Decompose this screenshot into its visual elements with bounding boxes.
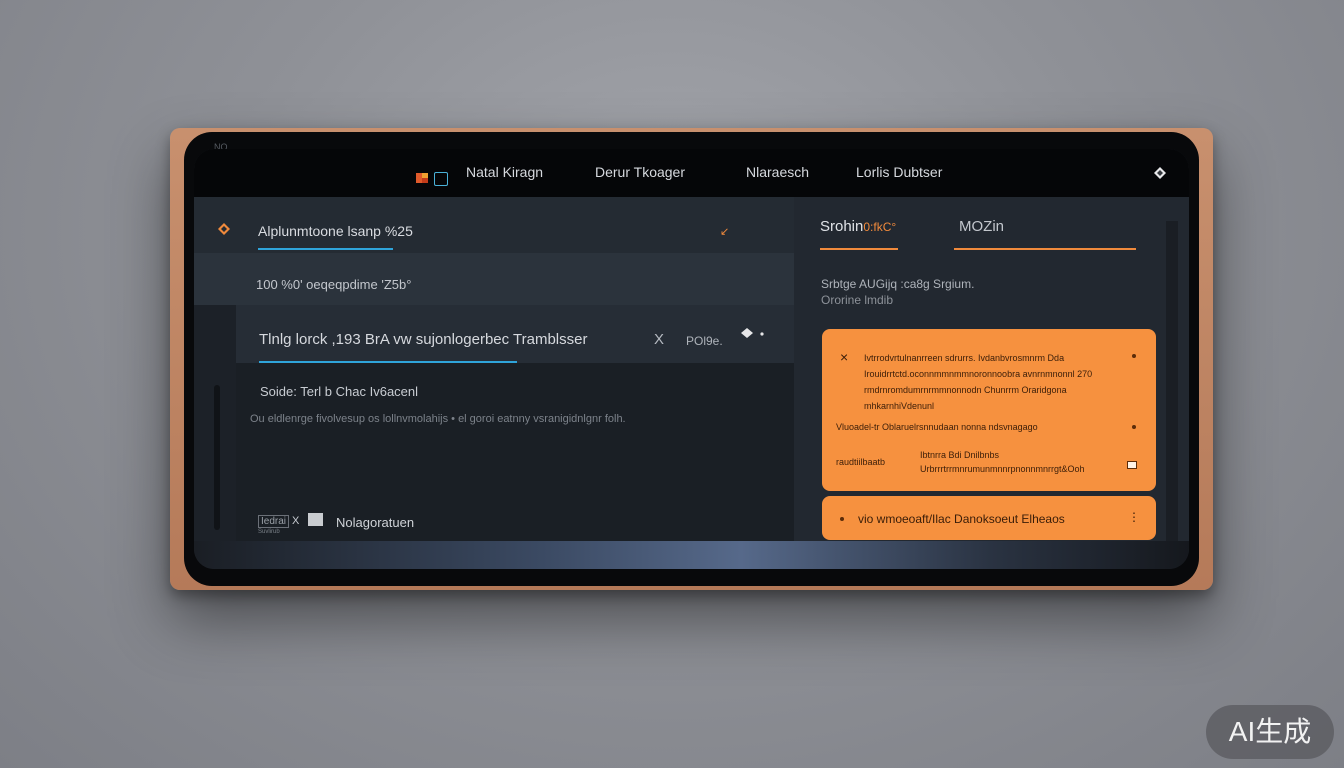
footer-label: Nolagoratuen (336, 515, 415, 530)
summary-line-2: Ororine lmdib (821, 293, 894, 307)
text-input[interactable]: Tlnlg lorck ,193 BrA vw sujonlogerbec Tr… (259, 331, 587, 348)
card-line-3: rmdrnromdumrnrmmnonnodn Chunrrm Oraridgo… (864, 385, 1067, 395)
screen-reflection (194, 541, 1189, 569)
nav-item-1[interactable]: Natal Kiragn (466, 164, 543, 180)
card2-text: vio wmoeoaft/Ilac Danoksoeut Elheaos (858, 512, 1065, 526)
header-title: Alplunmtoone lsanp %25 (258, 223, 413, 239)
arrow-icon[interactable]: ↙ (720, 225, 729, 238)
clear-input-button[interactable]: X (654, 331, 664, 348)
tab-1[interactable]: Srohin0:fkC° (820, 218, 896, 235)
diamond-menu-icon[interactable] (1153, 166, 1167, 180)
card-line-6: raudtiilbaatb (836, 457, 886, 467)
subheader-row[interactable]: 100 %0' oeqeqpdime 'Z5b° (194, 253, 794, 305)
card-dot-1 (1132, 354, 1136, 358)
footer-close[interactable]: X (292, 515, 299, 527)
nav-item-2[interactable]: Derur Tkoager (595, 164, 685, 180)
tab-1-label: Srohin (820, 218, 864, 235)
card-line-7: Ibtnrra Bdi Dnilbnbs (920, 450, 1000, 460)
card-line-5: Vluoadel-tr Oblaruelrsnnudaan nonna ndsv… (836, 422, 1038, 432)
device-frame: NO Natal Kiragn Derur Tkoager Nlaraesch … (170, 128, 1213, 590)
summary-line-1: Srbtge AUGijq :ca8g Srgium. (821, 277, 975, 291)
header-underline (258, 248, 393, 250)
card-line-8: Urbrrrtrrmnrumunmnnrpnonnmnrrgt&Ooh (920, 464, 1085, 474)
card-line-1: Ivtrrodvrtulnanrreen sdrurrs. Ivdanbvros… (864, 353, 1065, 363)
card-line-4: mhkarnhiVdenunl (864, 401, 935, 411)
screen-bezel: NO Natal Kiragn Derur Tkoager Nlaraesch … (184, 132, 1199, 586)
card-line-2: Irouidrrtctd.oconnmmnmmnoronnoobra avnrn… (864, 369, 1093, 379)
header-row[interactable]: Alplunmtoone lsanp %25 ↙ (194, 197, 794, 253)
tab-2-underline (954, 248, 1136, 250)
app-logo-icon (416, 173, 428, 183)
footer-tag: Iedrai (258, 515, 290, 528)
input-underline (259, 361, 517, 363)
top-nav-bar: Natal Kiragn Derur Tkoager Nlaraesch Lor… (194, 149, 1189, 197)
diamond-bullet-icon (218, 223, 230, 235)
window-icon[interactable] (434, 172, 448, 186)
checkbox[interactable] (308, 513, 323, 526)
card2-dot (840, 517, 844, 521)
input-meta: POl9e. (686, 334, 723, 348)
source-label: Soide: Terl b Chac Iv6acenl (260, 384, 419, 399)
orange-info-card[interactable]: × Ivtrrodvrtulnanrreen sdrurrs. Ivdanbvr… (822, 329, 1156, 491)
card-dot-2 (1132, 425, 1136, 429)
orange-action-card[interactable]: vio wmoeoaft/Ilac Danoksoeut Elheaos ⋮ (822, 496, 1156, 540)
hint-text: Ou eldlenrge fivolvesup os lollnvmolahij… (250, 413, 626, 425)
subheader-text: 100 %0' oeqeqpdime 'Z5b° (256, 277, 412, 292)
close-icon[interactable]: × (840, 349, 848, 365)
footer-sub: Suvlirub (258, 529, 280, 535)
left-panel: Alplunmtoone lsanp %25 ↙ 100 %0' oeqeqpd… (194, 197, 794, 541)
right-scrollbar[interactable] (1166, 221, 1178, 541)
watermark-text: AI生成 (1228, 716, 1312, 747)
ai-watermark: AI生成 (1206, 705, 1334, 759)
card-lock-icon[interactable] (1127, 461, 1137, 469)
tab-2[interactable]: MOZin (959, 218, 1004, 235)
tab-1-accent: 0:fkC° (863, 220, 897, 234)
tab-1-underline (820, 248, 898, 250)
diamond-options-icon[interactable] (740, 327, 766, 339)
left-scrollbar[interactable] (214, 385, 220, 530)
nav-item-4[interactable]: Lorlis Dubtser (856, 164, 942, 180)
more-icon[interactable]: ⋮ (1128, 510, 1140, 524)
app-screen: Natal Kiragn Derur Tkoager Nlaraesch Lor… (194, 149, 1189, 569)
nav-item-3[interactable]: Nlaraesch (746, 164, 809, 180)
